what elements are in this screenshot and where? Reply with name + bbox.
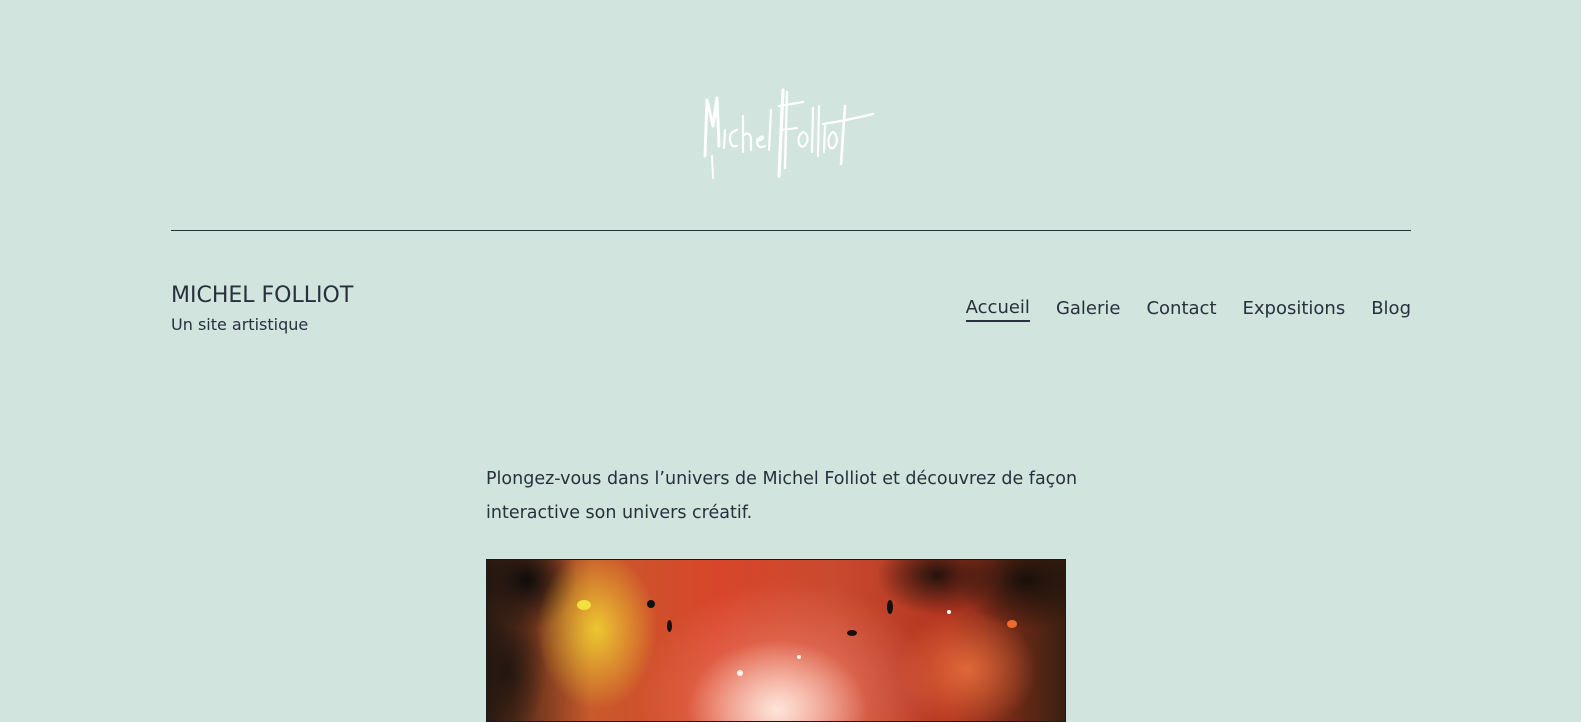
nav-item-contact[interactable]: Contact (1146, 296, 1216, 322)
site-branding: MICHEL FOLLIOT Un site artistique (171, 281, 353, 336)
featured-painting-image[interactable] (486, 559, 1066, 722)
nav-item-blog[interactable]: Blog (1371, 296, 1411, 322)
paint-splash (647, 600, 655, 608)
site-description: Un site artistique (171, 315, 309, 334)
site-logo[interactable] (699, 86, 875, 182)
signature-logo-icon (703, 88, 875, 179)
nav-item-accueil[interactable]: Accueil (965, 296, 1030, 322)
nav-item-expositions[interactable]: Expositions (1243, 296, 1346, 322)
primary-navigation: Accueil Galerie Contact Expositions Blog (965, 296, 1411, 322)
nav-item-galerie[interactable]: Galerie (1056, 296, 1121, 322)
intro-paragraph: Plongez-vous dans l’univers de Michel Fo… (486, 469, 1078, 523)
paint-splash (577, 600, 591, 610)
paint-splash (847, 630, 857, 636)
header-divider (171, 230, 1411, 231)
paint-splash (887, 600, 893, 614)
paint-splash (737, 670, 743, 676)
paint-splash (1007, 620, 1017, 628)
paint-splash (797, 655, 801, 659)
site-title[interactable]: MICHEL FOLLIOT (171, 281, 353, 311)
paint-splash (947, 610, 951, 614)
paint-splash (667, 620, 672, 632)
